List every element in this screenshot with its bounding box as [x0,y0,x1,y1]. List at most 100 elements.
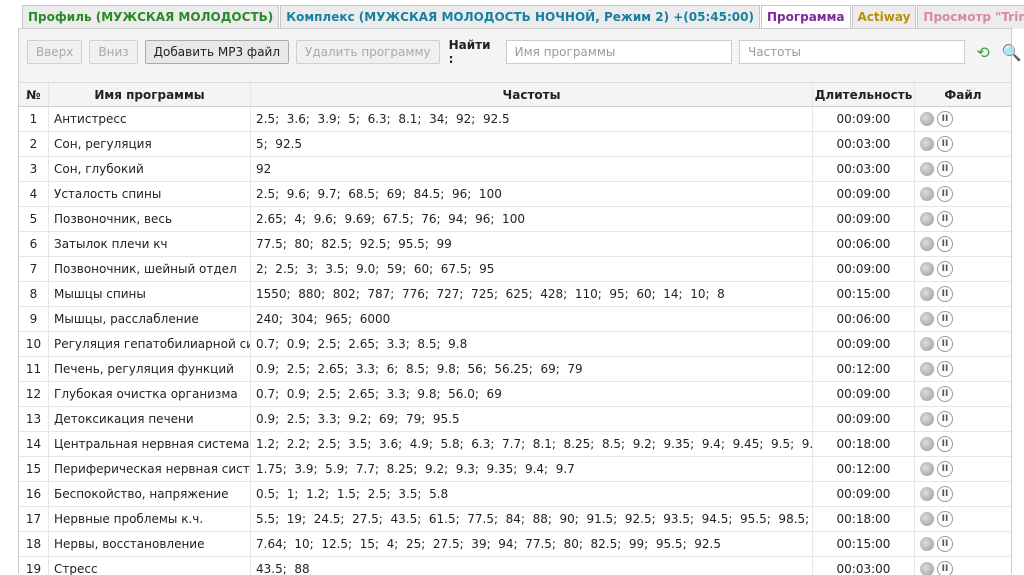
frequencies: 240; 304; 965; 6000 [251,307,813,331]
frequencies: 1.2; 2.2; 2.5; 3.5; 3.6; 4.9; 5.8; 6.3; … [251,432,813,456]
file-cell: II [915,457,1011,481]
frequencies: 92 [251,157,813,181]
status-dot-icon [920,512,934,526]
pause-icon[interactable]: II [937,461,953,477]
pause-icon[interactable]: II [937,261,953,277]
table-row[interactable]: 7 Позвоночник, шейный отдел 2; 2.5; 3; 3.5… [19,257,1011,282]
frequencies: 0.7; 0.9; 2.5; 2.65; 3.3; 9.8; 56.0; 69 [251,382,813,406]
programs-table: № Имя программы Частоты Длительность Фай… [19,82,1011,575]
frequency-search-input[interactable]: Частоты [738,40,966,64]
refresh-icon[interactable]: ⟲ [972,41,994,63]
status-dot-icon [920,212,934,226]
program-name: Центральная нервная система ... [49,432,251,456]
table-row[interactable]: 10 Регуляция гепатобилиарной сис... 0.7; 0… [19,332,1011,357]
pause-icon[interactable]: II [937,436,953,452]
duration: 00:12:00 [813,357,915,381]
column-header-number[interactable]: № [19,83,49,106]
program-name: Антистресс [49,107,251,131]
table-row[interactable]: 4 Усталость спины 2.5; 9.6; 9.7; 68.5; 69;… [19,182,1011,207]
pause-icon[interactable]: II [937,511,953,527]
frequencies: 1550; 880; 802; 787; 776; 727; 725; 625;… [251,282,813,306]
pause-icon[interactable]: II [937,186,953,202]
table-row[interactable]: 9 Мышцы, расслабление 240; 304; 965; 6000 0… [19,307,1011,332]
row-number: 2 [19,132,49,156]
duration: 00:09:00 [813,107,915,131]
pause-icon[interactable]: II [937,111,953,127]
table-row[interactable]: 3 Сон, глубокий 92 00:03:00 II [19,157,1011,182]
tab-0[interactable]: Профиль (МУЖСКАЯ МОЛОДОСТЬ) [22,5,280,29]
frequencies: 7.64; 10; 12.5; 15; 4; 25; 27.5; 39; 94;… [251,532,813,556]
move-down-button[interactable]: Вниз [89,40,138,64]
column-header-frequencies[interactable]: Частоты [251,83,813,106]
table-row[interactable]: 1 Антистресс 2.5; 3.6; 3.9; 5; 6.3; 8.1; 3… [19,107,1011,132]
program-name: Нервы, восстановление [49,532,251,556]
file-cell: II [915,257,1011,281]
delete-program-button[interactable]: Удалить программу [296,40,440,64]
file-cell: II [915,357,1011,381]
search-icon[interactable]: 🔍 [1001,41,1023,63]
tab-2[interactable]: Программа [760,5,851,29]
table-row[interactable]: 2 Сон, регуляция 5; 92.5 00:03:00 II [19,132,1011,157]
table-row[interactable]: 15 Периферическая нервная систе... 1.75; 3… [19,457,1011,482]
pause-icon[interactable]: II [937,136,953,152]
status-dot-icon [920,537,934,551]
pause-icon[interactable]: II [937,361,953,377]
file-cell: II [915,332,1011,356]
column-header-name[interactable]: Имя программы [49,83,251,106]
file-cell: II [915,532,1011,556]
table-row[interactable]: 19 Стресс 43.5; 88 00:03:00 II [19,557,1011,575]
table-row[interactable]: 5 Позвоночник, весь 2.65; 4; 9.6; 9.69; 67… [19,207,1011,232]
program-name: Позвоночник, шейный отдел [49,257,251,281]
table-row[interactable]: 13 Детоксикация печени 0.9; 2.5; 3.3; 9.2;… [19,407,1011,432]
table-row[interactable]: 17 Нервные проблемы к.ч. 5.5; 19; 24.5; 27… [19,507,1011,532]
row-number: 9 [19,307,49,331]
program-name: Детоксикация печени [49,407,251,431]
column-header-duration[interactable]: Длительность [813,83,915,106]
table-row[interactable]: 8 Мышцы спины 1550; 880; 802; 787; 776; 72… [19,282,1011,307]
table-row[interactable]: 6 Затылок плечи кч 77.5; 80; 82.5; 92.5; 9… [19,232,1011,257]
row-number: 8 [19,282,49,306]
row-number: 18 [19,532,49,556]
frequencies: 2; 2.5; 3; 3.5; 9.0; 59; 60; 67.5; 95 [251,257,813,281]
program-name-search-input[interactable]: Имя программы [505,40,732,64]
add-mp3-button[interactable]: Добавить MP3 файл [144,40,290,64]
status-dot-icon [920,437,934,451]
pause-icon[interactable]: II [937,411,953,427]
pause-icon[interactable]: II [937,311,953,327]
frequencies: 0.9; 2.5; 2.65; 3.3; 6; 8.5; 9.8; 56; 56… [251,357,813,381]
move-up-button[interactable]: Вверх [27,40,83,64]
row-number: 19 [19,557,49,575]
status-dot-icon [920,287,934,301]
pause-icon[interactable]: II [937,561,953,575]
pause-icon[interactable]: II [937,161,953,177]
table-row[interactable]: 18 Нервы, восстановление 7.64; 10; 12.5; 1… [19,532,1011,557]
duration: 00:09:00 [813,257,915,281]
status-dot-icon [920,112,934,126]
row-number: 17 [19,507,49,531]
table-row[interactable]: 12 Глубокая очистка организма 0.7; 0.9; 2.… [19,382,1011,407]
table-row[interactable]: 14 Центральная нервная система ... 1.2; 2.… [19,432,1011,457]
tab-3[interactable]: Actiway [851,5,917,29]
pause-icon[interactable]: II [937,236,953,252]
status-dot-icon [920,187,934,201]
duration: 00:15:00 [813,532,915,556]
row-number: 10 [19,332,49,356]
table-row[interactable]: 11 Печень, регуляция функций 0.9; 2.5; 2.6… [19,357,1011,382]
pause-icon[interactable]: II [937,536,953,552]
frequencies: 0.7; 0.9; 2.5; 2.65; 3.3; 8.5; 9.8 [251,332,813,356]
program-name: Периферическая нервная систе... [49,457,251,481]
status-dot-icon [920,162,934,176]
tab-4[interactable]: Просмотр "Trinity" [917,5,1024,29]
pause-icon[interactable]: II [937,211,953,227]
column-header-file[interactable]: Файл [915,83,1011,106]
pause-icon[interactable]: II [937,386,953,402]
status-dot-icon [920,412,934,426]
pause-icon[interactable]: II [937,286,953,302]
program-name: Регуляция гепатобилиарной сис... [49,332,251,356]
tab-1[interactable]: Комплекс (МУЖСКАЯ МОЛОДОСТЬ НОЧНОЙ, Режи… [280,5,760,29]
row-number: 3 [19,157,49,181]
pause-icon[interactable]: II [937,336,953,352]
table-row[interactable]: 16 Беспокойство, напряжение 0.5; 1; 1.2; 1… [19,482,1011,507]
duration: 00:03:00 [813,132,915,156]
pause-icon[interactable]: II [937,486,953,502]
